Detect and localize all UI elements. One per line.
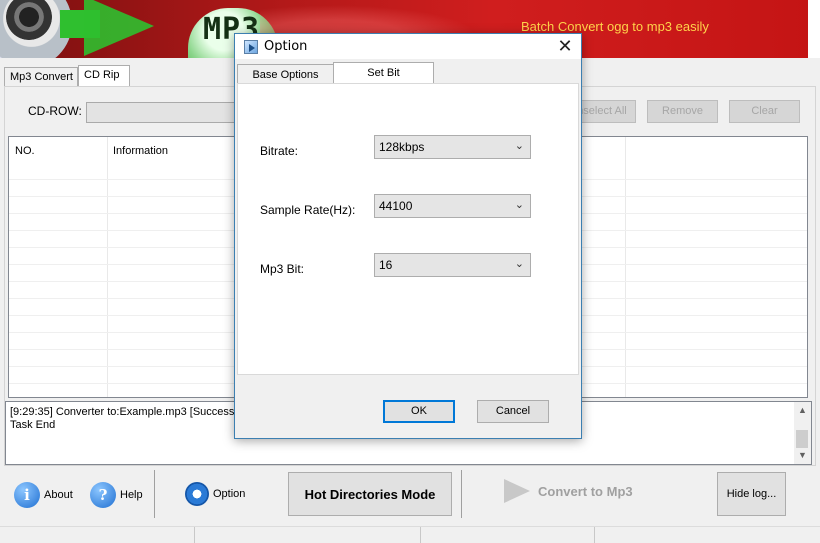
sample-rate-select[interactable]: 44100 ⌄ xyxy=(374,194,531,218)
dialog-title: Option xyxy=(264,39,308,54)
remove-button[interactable]: Remove xyxy=(647,100,718,123)
chevron-down-icon: ⌄ xyxy=(514,199,524,211)
cancel-button[interactable]: Cancel xyxy=(477,400,549,423)
mp3-bit-select[interactable]: 16 ⌄ xyxy=(374,253,531,277)
window-edge xyxy=(808,0,820,58)
convert-to-mp3-button[interactable]: Convert to Mp3 xyxy=(504,479,633,503)
question-icon: ? xyxy=(90,482,116,508)
scroll-down-icon[interactable]: ▼ xyxy=(798,450,807,460)
sample-rate-label: Sample Rate(Hz): xyxy=(260,203,356,217)
ok-button[interactable]: OK xyxy=(383,400,455,423)
cd-row-label: CD-ROW: xyxy=(28,104,82,118)
scroll-up-icon[interactable]: ▲ xyxy=(798,405,807,415)
tab-base-options[interactable]: Base Options xyxy=(237,64,334,84)
scroll-thumb[interactable] xyxy=(796,430,808,448)
toolbar-separator xyxy=(154,470,155,518)
log-line: [9:29:35] Converter to:Example.mp3 [Succ… xyxy=(10,406,238,418)
cd-row-select[interactable] xyxy=(86,102,236,123)
log-line: Task End xyxy=(10,419,56,431)
gear-icon xyxy=(185,482,209,506)
clear-button[interactable]: Clear xyxy=(729,100,800,123)
green-arrow-head-graphic xyxy=(84,0,154,56)
set-bit-panel: Bitrate: 128kbps ⌄ Sample Rate(Hz): 4410… xyxy=(237,83,579,375)
chevron-down-icon: ⌄ xyxy=(514,140,524,152)
list-column-no xyxy=(9,137,108,397)
tab-set-bit[interactable]: Set Bit xyxy=(333,62,434,84)
mp3-bit-label: Mp3 Bit: xyxy=(260,262,305,276)
about-button[interactable]: i About xyxy=(14,482,73,508)
help-label: Help xyxy=(120,489,143,501)
play-arrow-icon xyxy=(504,479,530,503)
hot-directories-mode-button[interactable]: Hot Directories Mode xyxy=(288,472,452,516)
option-dialog: Option ✕ Base Options Set Bit Bitrate: 1… xyxy=(234,33,582,439)
option-label: Option xyxy=(213,488,246,500)
list-column-extra xyxy=(581,137,626,397)
dialog-title-bar[interactable]: Option ✕ xyxy=(235,34,581,59)
log-scrollbar[interactable]: ▲ ▼ xyxy=(794,402,811,464)
status-divider xyxy=(420,527,421,543)
status-divider xyxy=(194,527,195,543)
app-icon xyxy=(244,40,258,54)
close-icon[interactable]: ✕ xyxy=(555,36,575,56)
hide-log-button[interactable]: Hide log... xyxy=(717,472,786,516)
status-divider xyxy=(594,527,595,543)
column-header-no[interactable]: NO. xyxy=(15,145,35,157)
info-icon: i xyxy=(14,482,40,508)
mp3-bit-value: 16 xyxy=(379,258,393,272)
banner-tagline: Batch Convert ogg to mp3 easily xyxy=(521,19,709,34)
bitrate-label: Bitrate: xyxy=(260,144,299,158)
bitrate-value: 128kbps xyxy=(379,140,425,154)
toolbar-separator xyxy=(461,470,462,518)
convert-label: Convert to Mp3 xyxy=(538,483,633,499)
tab-mp3-convert[interactable]: Mp3 Convert xyxy=(4,67,78,87)
option-button[interactable]: Option xyxy=(185,482,245,506)
chevron-down-icon: ⌄ xyxy=(514,258,524,270)
status-bar xyxy=(0,526,820,543)
about-label: About xyxy=(44,489,73,501)
bitrate-select[interactable]: 128kbps ⌄ xyxy=(374,135,531,159)
tab-cd-rip[interactable]: CD Rip xyxy=(78,65,130,87)
column-header-information[interactable]: Information xyxy=(113,145,168,157)
sample-rate-value: 44100 xyxy=(379,199,413,213)
help-button[interactable]: ? Help xyxy=(90,482,143,508)
